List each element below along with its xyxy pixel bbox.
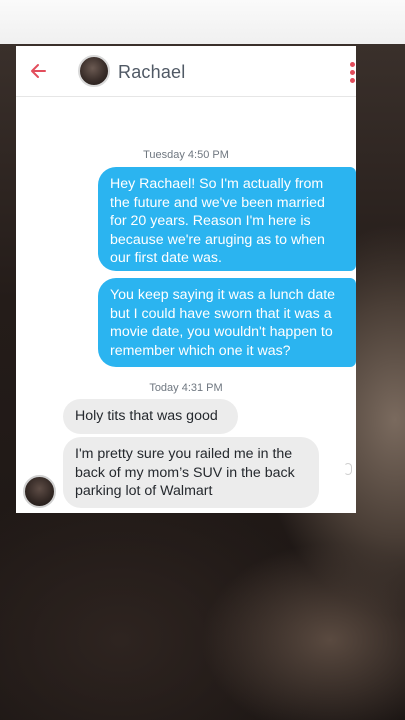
outgoing-message: You keep saying it was a lunch date but … <box>98 278 356 367</box>
chat-screenshot: Rachael Tuesday 4:50 PM Hey Rachael! So … <box>16 46 356 513</box>
contact-avatar-small <box>23 475 56 508</box>
more-vertical-icon[interactable] <box>346 60 356 84</box>
incoming-message: Holy tits that was good <box>63 399 238 434</box>
outgoing-message: Hey Rachael! So I'm actually from the fu… <box>98 167 356 271</box>
message-timestamp: Tuesday 4:50 PM <box>143 149 229 161</box>
chat-header: Rachael <box>16 46 356 97</box>
incoming-message: I'm pretty sure you railed me in the bac… <box>63 437 319 508</box>
contact-avatar[interactable] <box>78 55 110 87</box>
contact-name[interactable]: Rachael <box>118 62 185 83</box>
message-timestamp: Today 4:31 PM <box>149 382 223 394</box>
arrow-left-icon[interactable] <box>28 60 50 82</box>
scroll-indicator <box>344 463 352 475</box>
